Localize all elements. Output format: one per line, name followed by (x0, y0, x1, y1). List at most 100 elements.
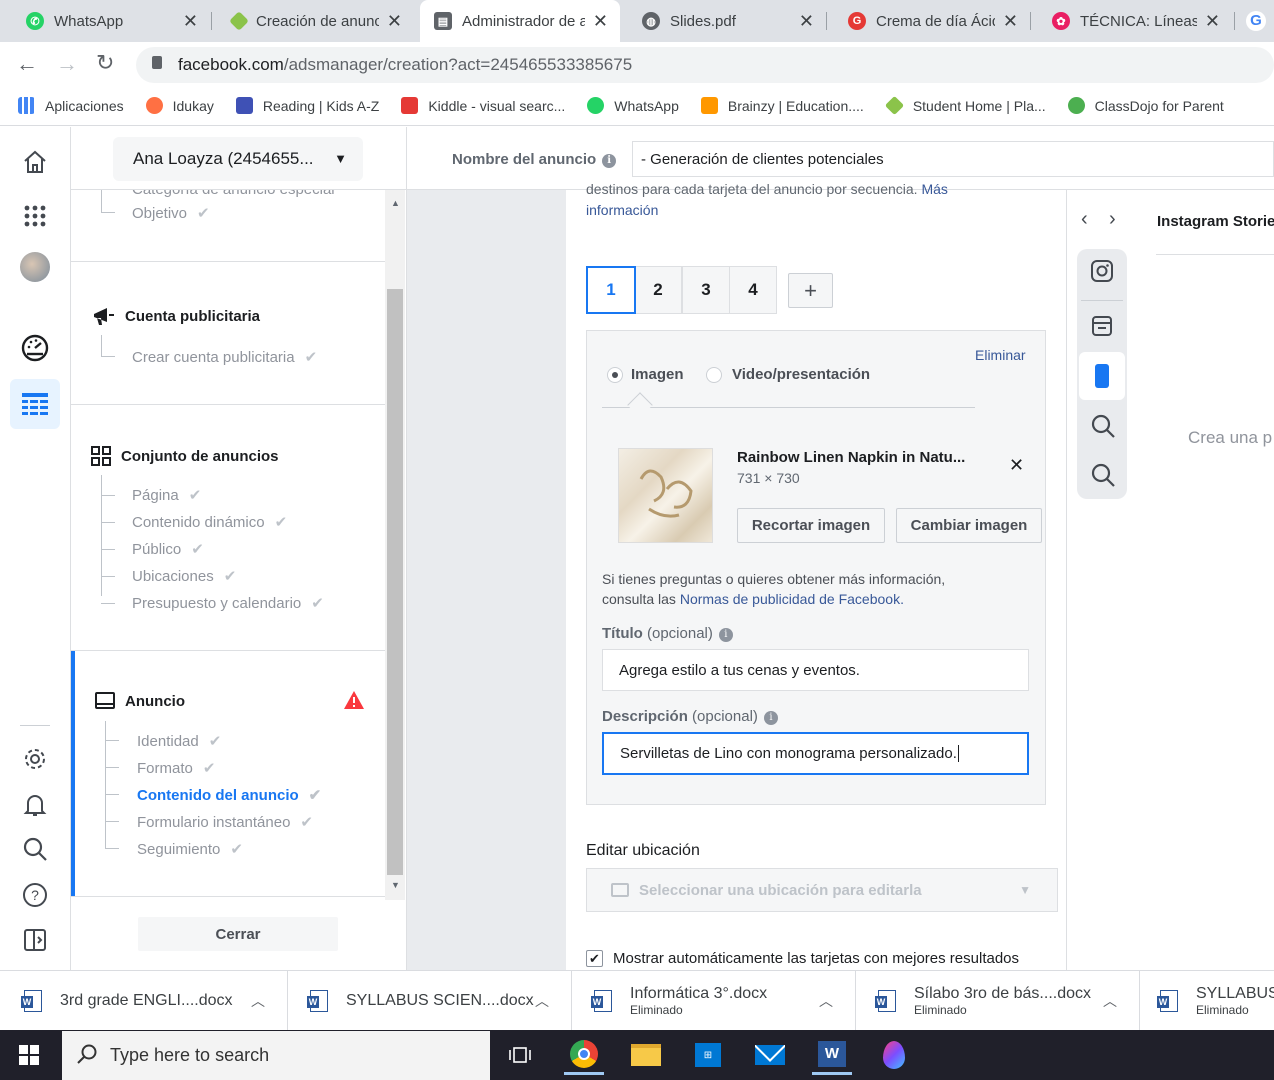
search-icon[interactable] (1090, 413, 1116, 442)
chevron-left-icon[interactable]: ‹ (1081, 208, 1088, 231)
tab-slides[interactable]: ◍ Slides.pdf ✕ (616, 0, 826, 42)
mail-icon[interactable] (750, 1035, 790, 1075)
bookmark-idukay[interactable]: Idukay (145, 97, 214, 114)
bookmark-label: Reading | Kids A-Z (262, 97, 380, 114)
word-icon[interactable]: W (812, 1035, 852, 1075)
scroll-thumb[interactable] (387, 289, 403, 875)
bell-icon[interactable] (10, 780, 60, 830)
radio-label: Video/presentación (732, 366, 871, 383)
tab-title: Creación de anunc (256, 12, 379, 30)
svg-text:?: ? (31, 887, 39, 903)
store-icon[interactable]: ⊞ (688, 1035, 728, 1075)
chrome-icon[interactable] (564, 1035, 604, 1075)
forward-icon[interactable]: → (56, 51, 78, 77)
back-icon[interactable]: ← (16, 51, 38, 77)
radio-video[interactable]: Video/presentación (706, 366, 870, 383)
radio-imagen[interactable]: Imagen (607, 366, 684, 383)
tab-creacion[interactable]: Creación de anunc ✕ (206, 0, 414, 42)
card-tab-3[interactable]: 3 (682, 266, 730, 314)
paint-drop-icon[interactable] (874, 1035, 914, 1075)
crop-image-button[interactable]: Recortar imagen (737, 508, 885, 543)
bookmark-apps[interactable]: Aplicaciones (18, 97, 124, 114)
close-icon[interactable]: ✕ (387, 11, 402, 32)
download-item[interactable]: Informática 3°.docxEliminado ︿ (572, 971, 856, 1031)
more-info-link[interactable]: información (586, 202, 658, 218)
stories-icon[interactable] (1079, 352, 1125, 400)
chevron-up-icon[interactable]: ︿ (819, 991, 833, 1011)
chevron-up-icon[interactable]: ︿ (1103, 991, 1117, 1011)
description-input[interactable]: Servilletas de Lino con monograma person… (602, 732, 1029, 775)
chevron-up-icon[interactable]: ︿ (251, 991, 265, 1011)
auto-cards-checkbox[interactable]: ✔ Mostrar automáticamente las tarjetas c… (586, 950, 1019, 967)
bookmark-label: ClassDojo for Parent (1094, 97, 1224, 114)
change-image-button[interactable]: Cambiar imagen (896, 508, 1042, 543)
instagram-icon[interactable] (1090, 259, 1114, 286)
toggle-panel-icon[interactable] (10, 915, 60, 965)
word-doc-icon (875, 990, 896, 1012)
bookmark-classdojo[interactable]: ClassDojo for Parent (1067, 97, 1224, 114)
bookmark-brainzy[interactable]: Brainzy | Education.... (700, 97, 864, 114)
apps-grid-icon[interactable] (10, 191, 60, 241)
scrollbar[interactable]: ▲ ▼ (385, 190, 405, 900)
home-icon[interactable] (10, 137, 60, 187)
description-label: Descripción (opcional) i (602, 708, 778, 725)
search-icon (76, 1043, 98, 1070)
feed-icon[interactable] (1091, 315, 1113, 340)
bookmark-whatsapp[interactable]: WhatsApp (587, 97, 679, 114)
bookmark-reading[interactable]: Reading | Kids A-Z (235, 97, 380, 114)
close-icon[interactable]: ✕ (1003, 11, 1018, 32)
close-icon[interactable]: ✕ (593, 11, 608, 32)
account-selector[interactable]: Ana Loayza (2454655... ▼ (113, 137, 363, 181)
add-card-button[interactable]: + (788, 273, 833, 308)
divider (602, 407, 975, 408)
image-thumbnail (618, 448, 713, 543)
scroll-up-icon[interactable]: ▲ (391, 198, 400, 208)
search-icon[interactable] (10, 824, 60, 874)
scroll-down-icon[interactable]: ▼ (391, 880, 400, 890)
tab-whatsapp[interactable]: ✆ WhatsApp ✕ (0, 0, 210, 42)
tab-ads-manager[interactable]: ▤ Administrador de a ✕ (420, 0, 620, 42)
reload-icon[interactable]: ↻ (96, 50, 114, 76)
title-input[interactable]: Agrega estilo a tus cenas y eventos. (602, 649, 1029, 691)
edit-placement-label: Editar ubicación (586, 842, 1030, 869)
section-divider (71, 405, 385, 651)
windows-start-icon[interactable] (19, 1045, 39, 1068)
task-view-icon[interactable] (500, 1035, 540, 1075)
monitor-icon (611, 883, 629, 897)
close-icon[interactable]: ✕ (183, 11, 198, 32)
help-icon[interactable]: ? (10, 870, 60, 920)
download-item[interactable]: SYLLABUS SCIEN....docx ︿ (288, 971, 572, 1031)
dashboard-gauge-icon[interactable] (10, 323, 60, 373)
bookmark-student-home[interactable]: Student Home | Pla... (884, 95, 1046, 116)
placement-select[interactable]: Seleccionar una ubicación para editarla … (586, 868, 1058, 912)
download-item[interactable]: 3rd grade ENGLI....docx ︿ (0, 971, 288, 1031)
ad-policy-link[interactable]: Normas de publicidad de Facebook. (680, 591, 904, 607)
image-name: Rainbow Linen Napkin in Natu... (737, 449, 966, 466)
gear-icon[interactable] (10, 734, 60, 784)
close-button[interactable]: Cerrar (138, 917, 338, 951)
google-icon[interactable]: G (1246, 11, 1266, 31)
card-tab-1[interactable]: 1 (586, 266, 636, 314)
ad-name-input[interactable]: - Generación de clientes potenciales (632, 141, 1274, 177)
delete-card-link[interactable]: Eliminar (975, 347, 1026, 363)
card-tab-2[interactable]: 2 (634, 266, 682, 314)
section-divider (71, 651, 385, 897)
remove-image-icon[interactable]: ✕ (1009, 455, 1024, 476)
file-explorer-icon[interactable] (626, 1035, 666, 1075)
avatar[interactable] (10, 242, 60, 292)
chevron-up-icon[interactable]: ︿ (535, 991, 549, 1011)
tab-tecnica[interactable]: ✿ TÉCNICA: Líneas cl ✕ (1026, 0, 1232, 42)
ads-manager-table-icon[interactable] (10, 379, 60, 429)
close-icon[interactable]: ✕ (799, 11, 814, 32)
chevron-right-icon[interactable]: › (1109, 208, 1116, 231)
classdojo-icon (1067, 97, 1085, 114)
download-item[interactable]: Sílabo 3ro de bás....docxEliminado ︿ (856, 971, 1140, 1031)
download-item[interactable]: SYLLABUS.Eliminado (1140, 971, 1274, 1031)
bookmark-kiddle[interactable]: Kiddle - visual searc... (401, 97, 565, 114)
taskbar-search[interactable]: Type here to search (62, 1031, 490, 1080)
address-bar[interactable]: facebook.com/adsmanager/creation?act=245… (136, 47, 1274, 83)
search-icon[interactable] (1090, 462, 1116, 491)
card-tab-4[interactable]: 4 (729, 266, 777, 314)
close-icon[interactable]: ✕ (1205, 11, 1220, 32)
tab-crema[interactable]: G Crema de día Ácid ✕ (822, 0, 1030, 42)
